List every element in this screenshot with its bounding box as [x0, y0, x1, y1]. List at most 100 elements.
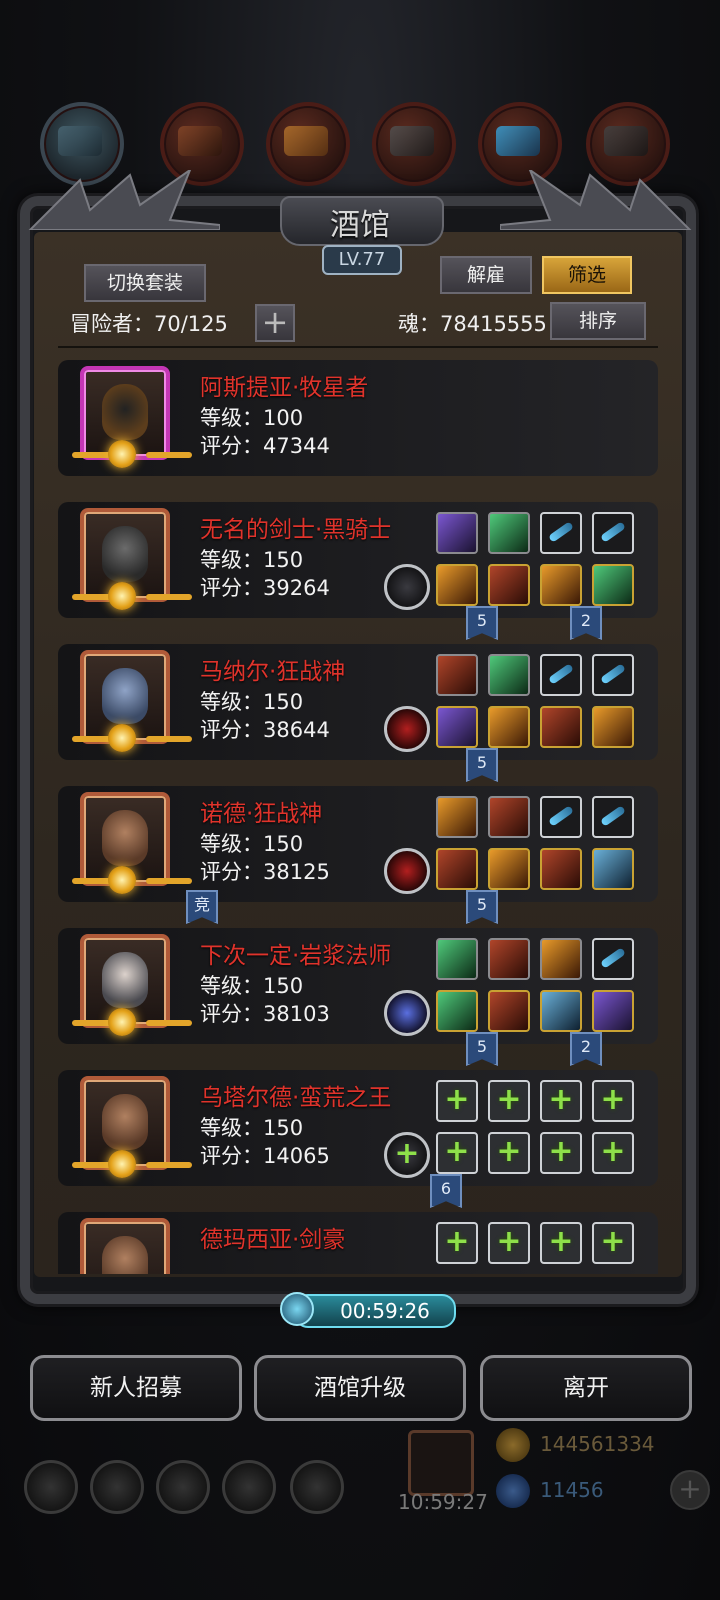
hero-card[interactable]: 阿斯提亚·牧星者 等级：100 评分：47344 [58, 360, 658, 476]
hero-card[interactable]: 下次一定·岩浆法师 等级：150 评分：38103 [58, 928, 658, 1044]
set-bonus-icon[interactable] [384, 848, 430, 894]
category-tab-blocks[interactable] [372, 102, 456, 186]
menu-icon[interactable] [222, 1460, 276, 1514]
add-equipment-icon[interactable] [436, 1080, 478, 1122]
hero-score: 评分：38644 [200, 718, 330, 742]
soul-count: 魂：78415555 [398, 312, 547, 336]
add-equipment-icon[interactable] [488, 1080, 530, 1122]
hero-card[interactable]: 无名的剑士·黑骑士 等级：150 评分：39264 [58, 502, 658, 618]
set-count-flag: 5 [466, 1032, 498, 1066]
equip-slot-helmet-icon[interactable] [436, 796, 478, 838]
equip-slot-helmet-icon[interactable] [436, 938, 478, 980]
hero-list[interactable]: 阿斯提亚·牧星者 等级：100 评分：47344 无名的剑士·黑骑士 等级：15… [34, 352, 682, 1274]
add-equipment-icon[interactable] [540, 1080, 582, 1122]
equip-slot-weapon-icon[interactable] [436, 706, 478, 748]
gift-box-icon[interactable] [408, 1430, 474, 1496]
set-count-flag: 5 [466, 606, 498, 640]
empty-slot-icon[interactable] [540, 654, 582, 696]
equip-slot-orb-icon[interactable] [540, 938, 582, 980]
equip-slot-weapon-icon[interactable] [436, 564, 478, 606]
dismiss-button[interactable]: 解雇 [440, 256, 532, 294]
set-count-flag: 2 [570, 606, 602, 640]
hero-level: 等级：150 [200, 832, 304, 856]
equip-slot-shoulder-icon[interactable] [488, 706, 530, 748]
equip-slot-shoulder-icon[interactable] [488, 848, 530, 890]
tavern-level: LV.77 [322, 245, 402, 275]
equip-slot-weapon-icon[interactable] [436, 990, 478, 1032]
set-bonus-icon[interactable] [384, 564, 430, 610]
rank-medal-icon [108, 866, 136, 894]
set-count-flag: 5 [466, 748, 498, 782]
equip-slot-weapon-icon[interactable] [436, 848, 478, 890]
equip-slot-armor-icon[interactable] [488, 938, 530, 980]
equip-slot-shoulder-icon[interactable] [488, 990, 530, 1032]
add-currency-icon[interactable]: + [670, 1470, 710, 1510]
equip-slot-ring-icon[interactable] [540, 706, 582, 748]
menu-icon[interactable] [290, 1460, 344, 1514]
equip-slot-helmet-icon[interactable] [436, 654, 478, 696]
set-bonus-icon[interactable] [384, 990, 430, 1036]
menu-icon[interactable] [90, 1460, 144, 1514]
rank-medal-icon [108, 582, 136, 610]
category-tab-materials[interactable] [266, 102, 350, 186]
clock-icon [280, 1292, 314, 1326]
empty-slot-icon[interactable] [540, 512, 582, 554]
leave-button[interactable]: 离开 [480, 1355, 692, 1421]
empty-slot-icon[interactable] [592, 512, 634, 554]
add-equipment-icon[interactable] [436, 1222, 478, 1264]
hero-name: 阿斯提亚·牧星者 [200, 375, 369, 401]
hero-score: 评分：14065 [200, 1144, 330, 1168]
add-equipment-icon[interactable] [592, 1222, 634, 1264]
add-equipment-icon[interactable] [592, 1080, 634, 1122]
empty-slot-icon[interactable] [592, 938, 634, 980]
hero-card[interactable]: 德玛西亚·剑豪 [58, 1212, 658, 1274]
tavern-upgrade-button[interactable]: 酒馆升级 [254, 1355, 466, 1421]
equip-slot-amulet-icon[interactable] [592, 848, 634, 890]
equip-slot-helmet-icon[interactable] [436, 512, 478, 554]
equip-slot-ring-icon[interactable] [540, 990, 582, 1032]
equip-slot-armor-icon[interactable] [488, 654, 530, 696]
add-set-icon[interactable] [384, 1132, 430, 1178]
hero-card[interactable]: 诺德·狂战神 等级：150 评分：38125 [58, 786, 658, 902]
hero-level: 等级：150 [200, 1116, 304, 1140]
equip-slot-armor-icon[interactable] [488, 796, 530, 838]
add-equipment-icon[interactable] [488, 1222, 530, 1264]
empty-slot-icon[interactable] [540, 796, 582, 838]
empty-slot-icon[interactable] [592, 796, 634, 838]
expand-capacity-button[interactable]: + [255, 304, 295, 342]
adventurer-count: 冒险者：70/125 [70, 312, 228, 336]
hero-score: 评分：39264 [200, 576, 330, 600]
recruit-button[interactable]: 新人招募 [30, 1355, 242, 1421]
hero-card[interactable]: 乌塔尔德·蛮荒之王 等级：150 评分：14065 [58, 1070, 658, 1186]
hero-name: 下次一定·岩浆法师 [200, 943, 392, 969]
equip-slot-ring-icon[interactable] [540, 564, 582, 606]
add-equipment-icon[interactable] [436, 1132, 478, 1174]
equip-slot-amulet-icon[interactable] [592, 564, 634, 606]
sort-button[interactable]: 排序 [550, 302, 646, 340]
equip-slot-ring-icon[interactable] [540, 848, 582, 890]
add-equipment-icon[interactable] [488, 1132, 530, 1174]
add-equipment-icon[interactable] [592, 1132, 634, 1174]
rank-medal-icon [108, 440, 136, 468]
equip-slot-armor-icon[interactable] [488, 512, 530, 554]
hero-level: 等级：150 [200, 690, 304, 714]
set-count-flag: 5 [466, 890, 498, 924]
equip-slot-shoulder-icon[interactable] [488, 564, 530, 606]
arena-flag: 竞 [186, 890, 218, 924]
gift-timer: 10:59:27 [398, 1490, 488, 1514]
hero-name: 德玛西亚·剑豪 [200, 1227, 346, 1253]
equip-slot-book-icon[interactable] [592, 990, 634, 1032]
filter-button[interactable]: 筛选 [542, 256, 632, 294]
add-equipment-icon[interactable] [540, 1132, 582, 1174]
equip-slot-shield-icon[interactable] [592, 706, 634, 748]
menu-icon[interactable] [156, 1460, 210, 1514]
hero-card[interactable]: 马纳尔·狂战神 等级：150 评分：38644 [58, 644, 658, 760]
divider [58, 346, 658, 348]
gem-amount: 11456 [540, 1478, 604, 1502]
add-equipment-icon[interactable] [540, 1222, 582, 1264]
menu-icon[interactable] [24, 1460, 78, 1514]
switch-outfit-button[interactable]: 切换套装 [84, 264, 206, 302]
set-bonus-icon[interactable] [384, 706, 430, 752]
hero-avatar [80, 1218, 170, 1274]
empty-slot-icon[interactable] [592, 654, 634, 696]
